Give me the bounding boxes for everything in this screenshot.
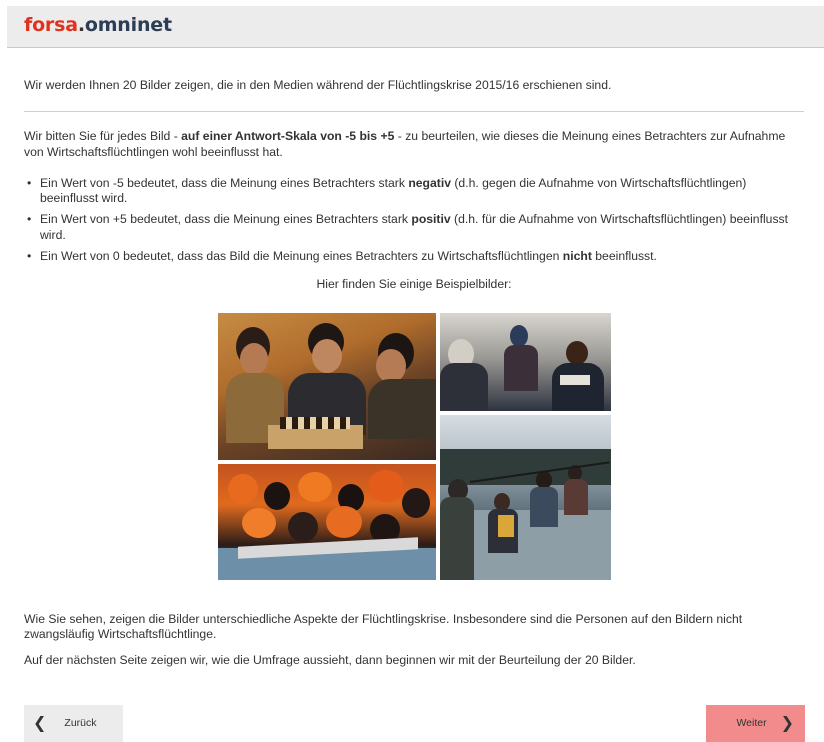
- list-item: • Ein Wert von +5 bedeutet, dass die Mein…: [27, 212, 789, 242]
- scale-paragraph: Wir bitten Sie für jedes Bild - auf eine…: [24, 129, 786, 159]
- intro-text: Wir werden Ihnen 20 Bilder zeigen, die i…: [24, 78, 612, 92]
- next-button-label: Weiter: [736, 716, 767, 729]
- bullet-icon: •: [27, 175, 32, 190]
- chevron-left-icon: ❮: [33, 714, 47, 732]
- example-image-young-men-chess: [218, 313, 436, 460]
- example-image-boat-lifejackets: [218, 464, 436, 580]
- example-images-label: Hier finden Sie einige Beispielbilder:: [316, 277, 512, 291]
- next-button[interactable]: Weiter ❯: [706, 705, 805, 742]
- example-image-refugees-welcomed: [440, 313, 611, 411]
- list-item: • Ein Wert von 0 bedeutet, dass das Bild …: [27, 248, 657, 263]
- header-bar: forsa.omninet: [7, 6, 824, 48]
- closing-text: Wie Sie sehen, zeigen die Bilder untersc…: [24, 612, 804, 678]
- forsa-omninet-logo: forsa.omninet: [24, 14, 172, 36]
- next-page-paragraph: Auf der nächsten Seite zeigen wir, wie d…: [24, 652, 636, 667]
- bullet-icon: •: [27, 212, 32, 227]
- divider: [24, 111, 804, 113]
- example-images-collage: [218, 313, 611, 580]
- chevron-right-icon: ❯: [780, 714, 794, 732]
- back-button[interactable]: ❮ Zurück: [24, 705, 123, 742]
- example-image-river-crossing: [440, 415, 611, 580]
- back-button-label: Zurück: [64, 716, 97, 729]
- instructions: Wir werden Ihnen 20 Bilder zeigen, die i…: [24, 78, 804, 292]
- scale-explanation-list: • Ein Wert von -5 bedeutet, dass die Mein…: [24, 176, 804, 264]
- list-item: • Ein Wert von -5 bedeutet, dass die Mein…: [27, 175, 747, 205]
- bullet-icon: •: [27, 248, 32, 263]
- aspects-paragraph: Wie Sie sehen, zeigen die Bilder untersc…: [24, 612, 743, 642]
